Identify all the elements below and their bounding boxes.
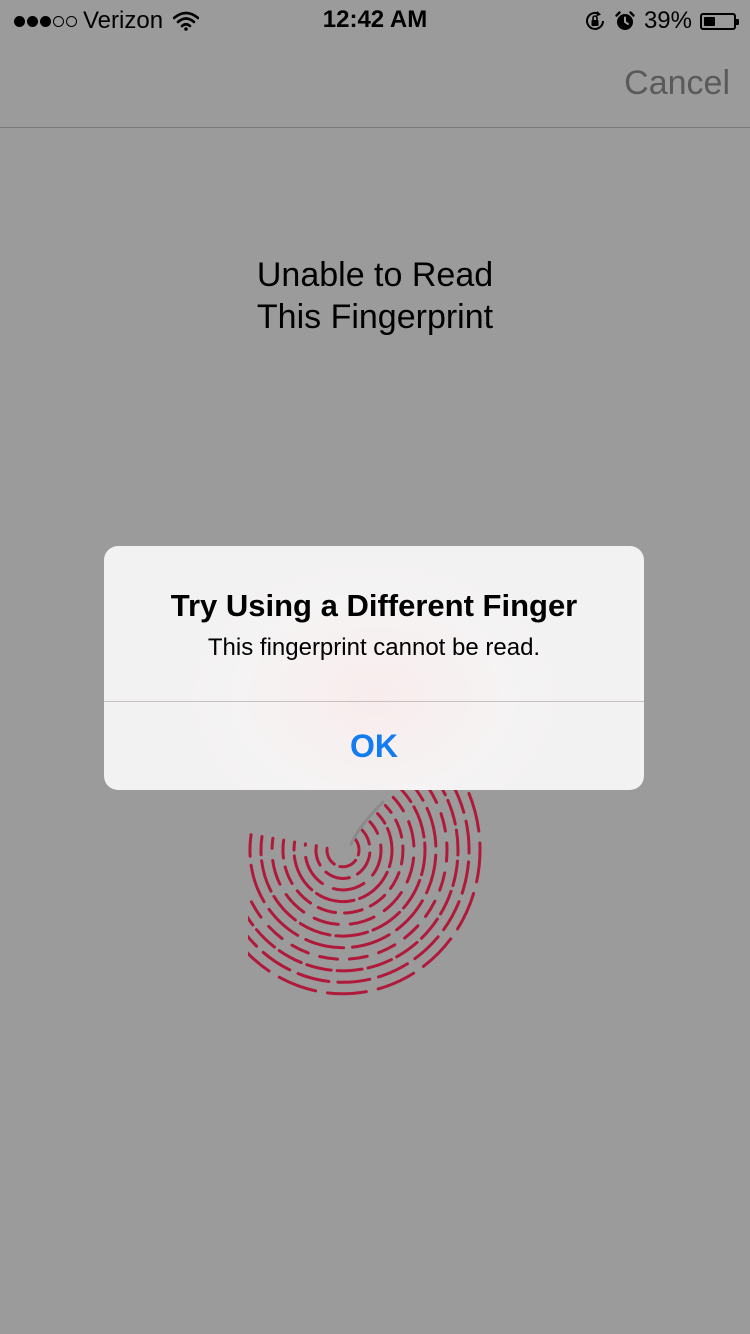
rotation-lock-icon (585, 11, 604, 30)
fingerprint-ridge (314, 828, 372, 880)
fingerprint-ridge (226, 763, 460, 973)
battery-icon (700, 12, 739, 30)
alert-message: This fingerprint cannot be read. (207, 634, 541, 661)
cancel-button[interactable]: Cancel (624, 64, 730, 103)
battery-fill (704, 16, 715, 26)
status-bar: Verizon 12:42 AM 39% (0, 0, 750, 40)
instruction-line-2: This Fingerprint (256, 298, 494, 336)
battery-tip (736, 18, 739, 25)
fingerprint-ridge (248, 779, 438, 950)
battery-percent: 39% (643, 7, 692, 34)
ok-button[interactable]: OK (104, 702, 644, 790)
alert-dialog: Try Using a Different Finger This finger… (104, 546, 644, 790)
fingerprint-ridge (215, 754, 471, 984)
fingerprint-ridge (270, 795, 416, 926)
alarm-icon (615, 11, 635, 30)
instruction-line-1: Unable to Read (256, 256, 494, 294)
fingerprint-ridge (292, 812, 394, 904)
alert-title: Try Using a Different Finger (170, 588, 578, 623)
nav-bar: Cancel (0, 40, 750, 128)
fingerprint-ridge (325, 836, 361, 869)
instruction-text: Unable to Read This Fingerprint (0, 254, 750, 338)
status-right: 39% (584, 7, 739, 35)
